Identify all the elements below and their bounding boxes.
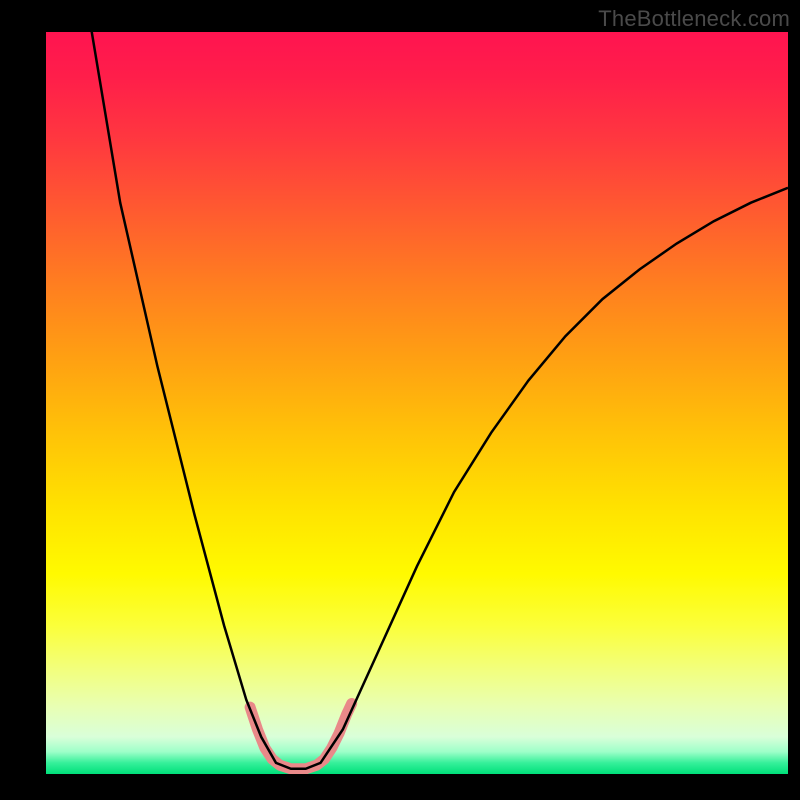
bottleneck-curve xyxy=(87,32,788,769)
chart-frame: TheBottleneck.com xyxy=(0,0,800,800)
valley-highlight-segment xyxy=(250,704,352,769)
curve-layer xyxy=(46,32,788,774)
attribution-text: TheBottleneck.com xyxy=(598,6,790,32)
plot-area xyxy=(46,32,788,774)
